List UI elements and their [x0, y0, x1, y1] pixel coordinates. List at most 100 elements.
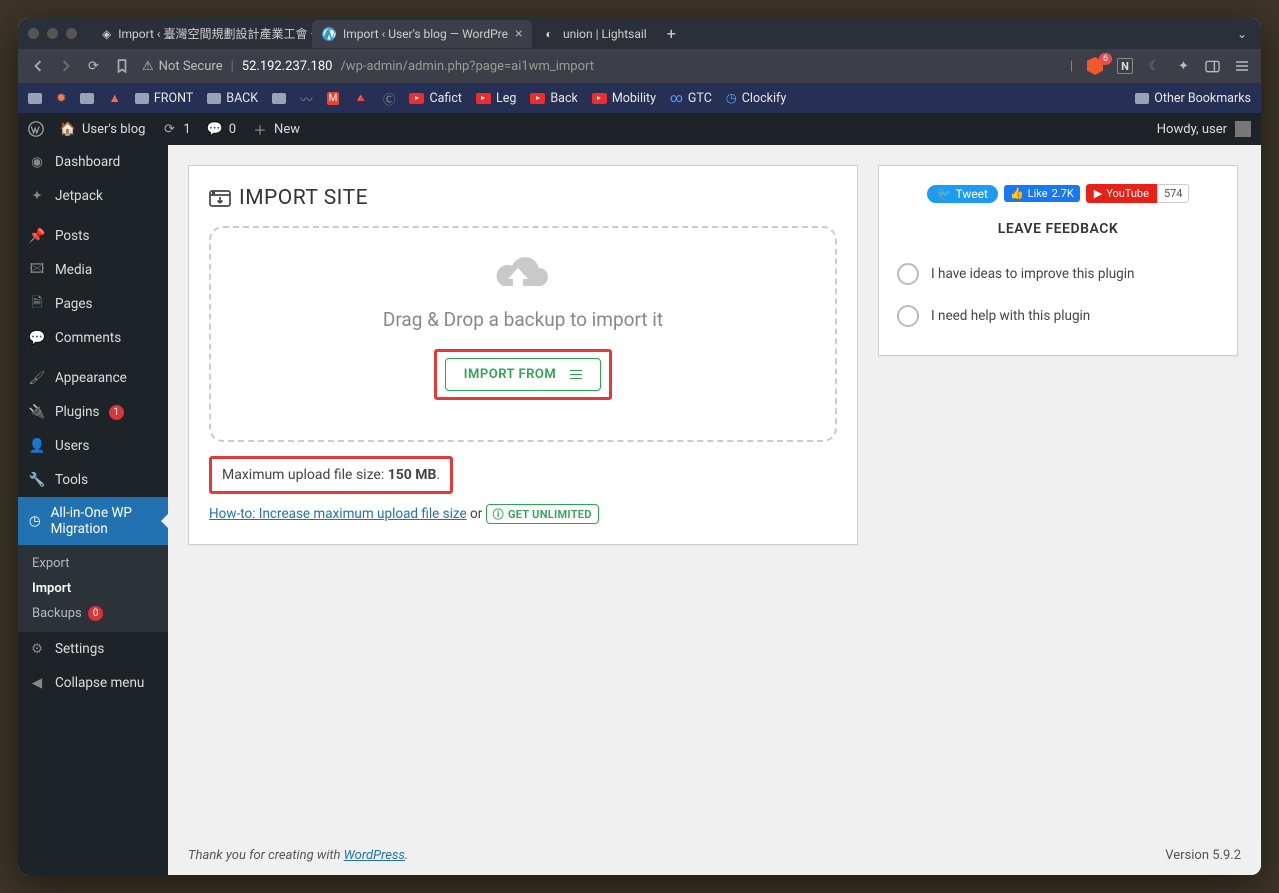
new-content-menu[interactable]: ＋New — [252, 121, 300, 137]
close-window-dot[interactable] — [28, 28, 39, 39]
sidebar-toggle-icon[interactable] — [1205, 59, 1220, 74]
youtube-count: 574 — [1157, 184, 1190, 203]
bookmark-item[interactable]: Ⓒ — [383, 89, 396, 108]
radio-icon — [897, 305, 919, 327]
forward-button[interactable] — [58, 59, 73, 74]
zoom-window-dot[interactable] — [66, 28, 77, 39]
browser-toolbar: ⟳ ⚠Not Secure | 52.192.237.180/wp-admin/… — [18, 49, 1261, 83]
bookmark-front[interactable]: FRONT — [135, 91, 193, 106]
sidebar-item-pages[interactable]: 🗎Pages — [18, 287, 168, 321]
max-upload-label: Maximum upload file size: — [222, 467, 388, 483]
max-upload-highlight: Maximum upload file size: 150 MB. — [209, 456, 453, 494]
sidebar-item-dashboard[interactable]: ◉Dashboard — [18, 145, 168, 179]
bookmark-item[interactable]: ✹ — [56, 90, 66, 106]
bookmark-button[interactable] — [114, 59, 129, 74]
youtube-button[interactable]: ▶YouTube 574 — [1086, 184, 1190, 203]
sidebar-submenu-ai1wm: Export Import Backups0 — [18, 545, 168, 632]
sidebar-item-ai1wm[interactable]: ◷All-in-One WP Migration — [18, 497, 168, 545]
import-panel: IMPORT SITE Drag & Drop a backup to impo… — [188, 165, 858, 545]
sidebar-collapse[interactable]: ◀Collapse menu — [18, 666, 168, 700]
wordpress-link[interactable]: WordPress — [344, 848, 405, 863]
feedback-option-help[interactable]: I need help with this plugin — [897, 295, 1219, 337]
new-tab-button[interactable]: + — [657, 24, 686, 43]
site-name-menu[interactable]: 🏠User's blog — [60, 121, 145, 137]
moon-extension-icon[interactable]: ☾ — [1147, 59, 1162, 74]
tabs-dropdown-button[interactable]: ⌄ — [1237, 27, 1251, 41]
updates-menu[interactable]: ⟳1 — [161, 121, 190, 137]
brave-shields-button[interactable]: 6 — [1087, 57, 1103, 75]
bookmark-item[interactable]: ▲ — [108, 91, 120, 106]
sidebar-item-comments[interactable]: 💬Comments — [18, 321, 168, 355]
account-menu[interactable]: Howdy, user — [1157, 121, 1251, 137]
bookmark-folder[interactable] — [272, 93, 286, 104]
bookmark-leg[interactable]: Leg — [476, 91, 516, 106]
close-tab-icon[interactable]: × — [515, 26, 522, 42]
bookmark-cafict[interactable]: Cafict — [409, 91, 462, 106]
sidebar-item-media[interactable]: 🖾Media — [18, 253, 168, 287]
import-icon — [209, 188, 231, 208]
import-from-button[interactable]: IMPORT FROM — [445, 358, 601, 391]
wp-admin-bar: 🏠User's blog ⟳1 💬0 ＋New Howdy, user — [18, 113, 1261, 145]
feedback-heading: LEAVE FEEDBACK — [897, 221, 1219, 237]
sidebar-item-tools[interactable]: 🔧Tools — [18, 463, 168, 497]
play-icon: ▶ — [1094, 187, 1102, 200]
comments-menu[interactable]: 💬0 — [207, 121, 236, 137]
bookmarks-bar: ✹ ▲ FRONT BACK 〰 M 🔺 Ⓒ Cafict Leg Back M… — [18, 83, 1261, 113]
avatar — [1235, 121, 1251, 137]
get-unlimited-button[interactable]: ⓘGET UNLIMITED — [486, 504, 599, 524]
sidebar-item-settings[interactable]: ⚙Settings — [18, 632, 168, 666]
browser-tab-1[interactable]: ◈ Import ‹ 臺灣空間規劃設計產業工會 — — [92, 20, 312, 48]
sidebar-item-posts[interactable]: 📌Posts — [18, 218, 168, 253]
social-buttons: 🐦Tweet 👍Like 2.7K ▶YouTube 574 — [897, 184, 1219, 203]
admin-sidebar: ◉Dashboard ✦Jetpack 📌Posts 🖾Media 🗎Pages… — [18, 145, 168, 875]
feedback-option-ideas[interactable]: I have ideas to improve this plugin — [897, 253, 1219, 295]
import-from-highlight: IMPORT FROM — [434, 349, 612, 400]
bookmark-folder[interactable] — [80, 93, 94, 104]
wp-logo-menu[interactable] — [28, 121, 44, 137]
bookmark-drive[interactable]: 🔺 — [353, 91, 369, 106]
main-content: IMPORT SITE Drag & Drop a backup to impo… — [168, 145, 1261, 875]
address-bar[interactable]: ⚠Not Secure | 52.192.237.180/wp-admin/ad… — [142, 59, 1057, 74]
submenu-backups[interactable]: Backups0 — [18, 601, 168, 626]
sidebar-item-plugins[interactable]: 🔌Plugins1 — [18, 395, 168, 429]
other-bookmarks[interactable]: Other Bookmarks — [1135, 91, 1251, 106]
sidebar-item-appearance[interactable]: 🖌Appearance — [18, 360, 168, 395]
bookmark-gtc[interactable]: ∞GTC — [670, 91, 712, 106]
minimize-window-dot[interactable] — [47, 28, 58, 39]
bookmark-back[interactable]: BACK — [207, 91, 258, 106]
reload-button[interactable]: ⟳ — [86, 59, 101, 74]
notion-extension-icon[interactable]: N — [1117, 58, 1133, 74]
sidebar-item-users[interactable]: 👤Users — [18, 429, 168, 463]
submenu-export[interactable]: Export — [18, 551, 168, 576]
tab-title: Import ‹ 臺灣空間規劃設計產業工會 — — [118, 25, 312, 42]
submenu-import[interactable]: Import — [18, 576, 168, 601]
browser-tab-2-active[interactable]: Import ‹ User's blog — WordPre × — [312, 20, 532, 48]
tab-title: union | Lightsail — [563, 27, 647, 41]
howto-row: How-to: Increase maximum upload file siz… — [209, 504, 837, 524]
drop-zone[interactable]: Drag & Drop a backup to import it IMPORT… — [209, 226, 837, 442]
window-traffic-lights — [28, 28, 77, 39]
like-button[interactable]: 👍Like 2.7K — [1004, 185, 1080, 202]
bookmark-mobility[interactable]: Mobility — [592, 91, 656, 106]
cloud-upload-icon — [495, 252, 551, 294]
menu-button[interactable] — [1234, 59, 1249, 74]
tweet-button[interactable]: 🐦Tweet — [927, 185, 998, 203]
extensions-button[interactable]: ✦ — [1176, 59, 1191, 74]
browser-tab-3[interactable]: ◐ union | Lightsail — [532, 20, 657, 48]
bookmark-clockify[interactable]: ◷Clockify — [726, 90, 786, 106]
howto-link[interactable]: How-to: Increase maximum upload file siz… — [209, 506, 467, 522]
sidebar-item-jetpack[interactable]: ✦Jetpack — [18, 179, 168, 213]
plugins-update-count: 1 — [109, 405, 125, 420]
bookmark-back2[interactable]: Back — [530, 91, 577, 106]
warning-icon: ⚠ — [142, 59, 154, 74]
wp-footer: Thank you for creating with WordPress. V… — [188, 848, 1241, 863]
tab-title: Import ‹ User's blog — WordPre — [343, 27, 508, 41]
url-path: /wp-admin/admin.php?page=ai1wm_import — [340, 59, 594, 74]
back-button[interactable] — [30, 59, 45, 74]
thumb-icon: 👍 — [1010, 187, 1024, 200]
bookmark-folder[interactable] — [28, 93, 42, 104]
max-upload-value: 150 MB — [388, 467, 437, 483]
feedback-panel: 🐦Tweet 👍Like 2.7K ▶YouTube 574 LEAVE FEE… — [878, 165, 1238, 356]
bookmark-item[interactable]: 〰 — [300, 89, 313, 108]
bookmark-gmail[interactable]: M — [327, 92, 340, 105]
